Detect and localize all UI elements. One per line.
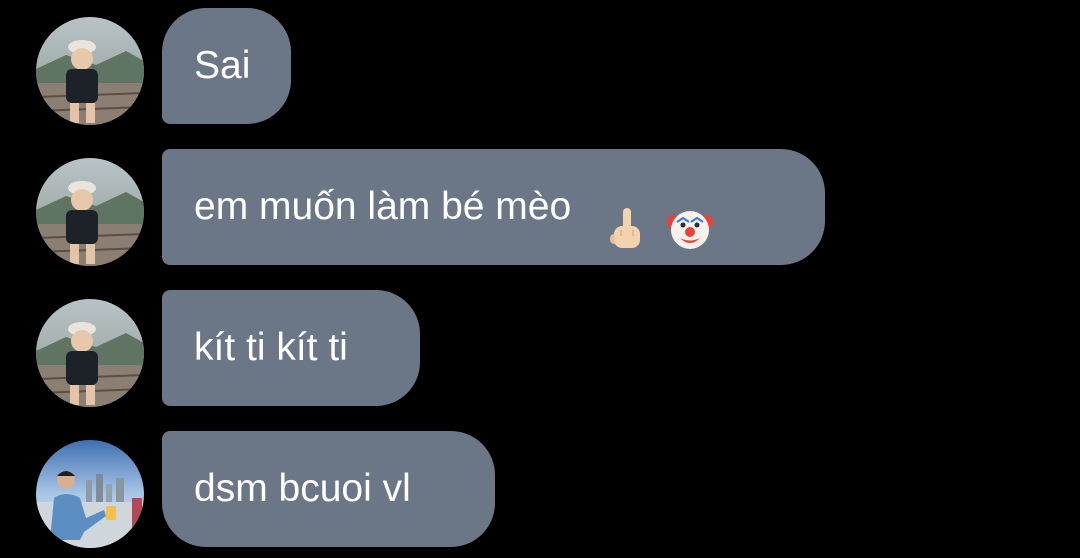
boy-avatar[interactable] [36,299,144,407]
man-avatar[interactable] [36,440,144,548]
message-bubble[interactable]: dsm bcuoi vl [162,431,495,547]
message-text: dsm bcuoi vl [194,467,411,510]
message-text: Sai [194,44,251,87]
boy-avatar[interactable] [36,17,144,125]
message-text: kít ti kít ti [194,326,348,369]
message-bubble[interactable]: em muốn làm bé mèo [162,149,825,265]
message-bubble[interactable]: Sai [162,8,291,124]
message-bubble[interactable]: kít ti kít ti [162,290,420,406]
middle-finger-emoji [604,182,650,248]
message-text: em muốn làm bé mèo [194,185,572,228]
boy-avatar[interactable] [36,158,144,266]
clown-face-emoji [666,182,713,249]
